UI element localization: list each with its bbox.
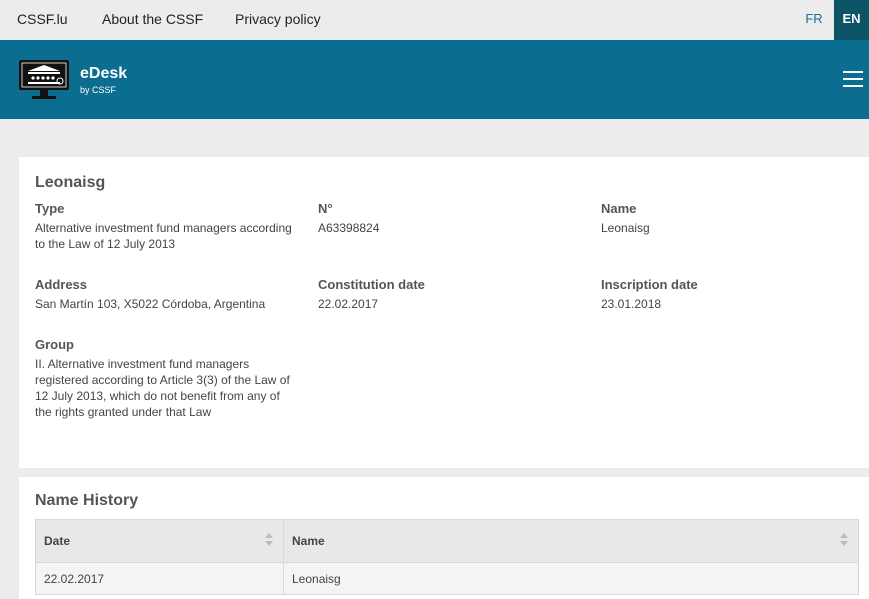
brand-subtitle: by CSSF (80, 85, 117, 95)
column-header-label: Date (44, 534, 71, 548)
group-label: Group (35, 337, 74, 352)
group-value: II. Alternative investment fund managers… (35, 357, 290, 419)
language-fr-button[interactable]: FR (794, 0, 834, 40)
sort-arrows-icon[interactable] (840, 533, 848, 547)
app-header: eDesk by CSSF (0, 40, 869, 119)
cell-date: 22.02.2017 (35, 562, 284, 595)
brand-title: eDesk (80, 65, 128, 82)
number-value: A63398824 (318, 221, 380, 235)
inscription-date-label: Inscription date (601, 277, 698, 292)
field-name: Name Leonaisg (601, 201, 851, 236)
constitution-date-label: Constitution date (318, 277, 425, 292)
language-en-button[interactable]: EN (834, 0, 869, 40)
address-value: San Martín 103, X5022 Córdoba, Argentina (35, 297, 266, 311)
top-bar: CSSF.lu About the CSSF Privacy policy FR… (0, 0, 869, 40)
link-cssf[interactable]: CSSF.lu (17, 11, 68, 27)
hamburger-menu-icon[interactable] (843, 71, 863, 89)
name-history-title: Name History (35, 492, 139, 509)
cell-name: Leonaisg (283, 562, 859, 595)
field-inscription-date: Inscription date 23.01.2018 (601, 277, 851, 312)
field-number: N° A63398824 (318, 201, 578, 236)
name-value: Leonaisg (601, 221, 650, 235)
table-row: 22.02.2017 Leonaisg (35, 562, 859, 595)
table-header-row: Date Name (35, 519, 859, 563)
link-about[interactable]: About the CSSF (102, 11, 203, 27)
constitution-date-value: 22.02.2017 (318, 297, 379, 311)
name-label: Name (601, 201, 637, 216)
field-constitution-date: Constitution date 22.02.2017 (318, 277, 578, 312)
link-privacy[interactable]: Privacy policy (235, 11, 321, 27)
name-history-table: Date Name 22.02.2017 Leonaisg (35, 519, 859, 595)
address-label: Address (35, 277, 88, 292)
entity-details-card: Leonaisg Type Alternative investment fun… (19, 157, 869, 468)
column-header-name[interactable]: Name (283, 519, 859, 563)
number-label: N° (318, 201, 333, 216)
type-label: Type (35, 201, 65, 216)
entity-title: Leonaisg (35, 174, 106, 191)
field-group: Group II. Alternative investment fund ma… (35, 337, 290, 420)
column-header-date[interactable]: Date (35, 519, 284, 563)
sort-arrows-icon[interactable] (265, 533, 273, 547)
field-type: Type Alternative investment fund manager… (35, 201, 295, 252)
field-address: Address San Martín 103, X5022 Córdoba, A… (35, 277, 310, 312)
name-history-card: Name History Date Name 22.02.2017 Leonai… (19, 477, 869, 599)
column-header-label: Name (292, 534, 325, 548)
inscription-date-value: 23.01.2018 (601, 297, 662, 311)
monitor-building-icon[interactable] (18, 57, 70, 101)
type-value: Alternative investment fund managers acc… (35, 221, 292, 251)
